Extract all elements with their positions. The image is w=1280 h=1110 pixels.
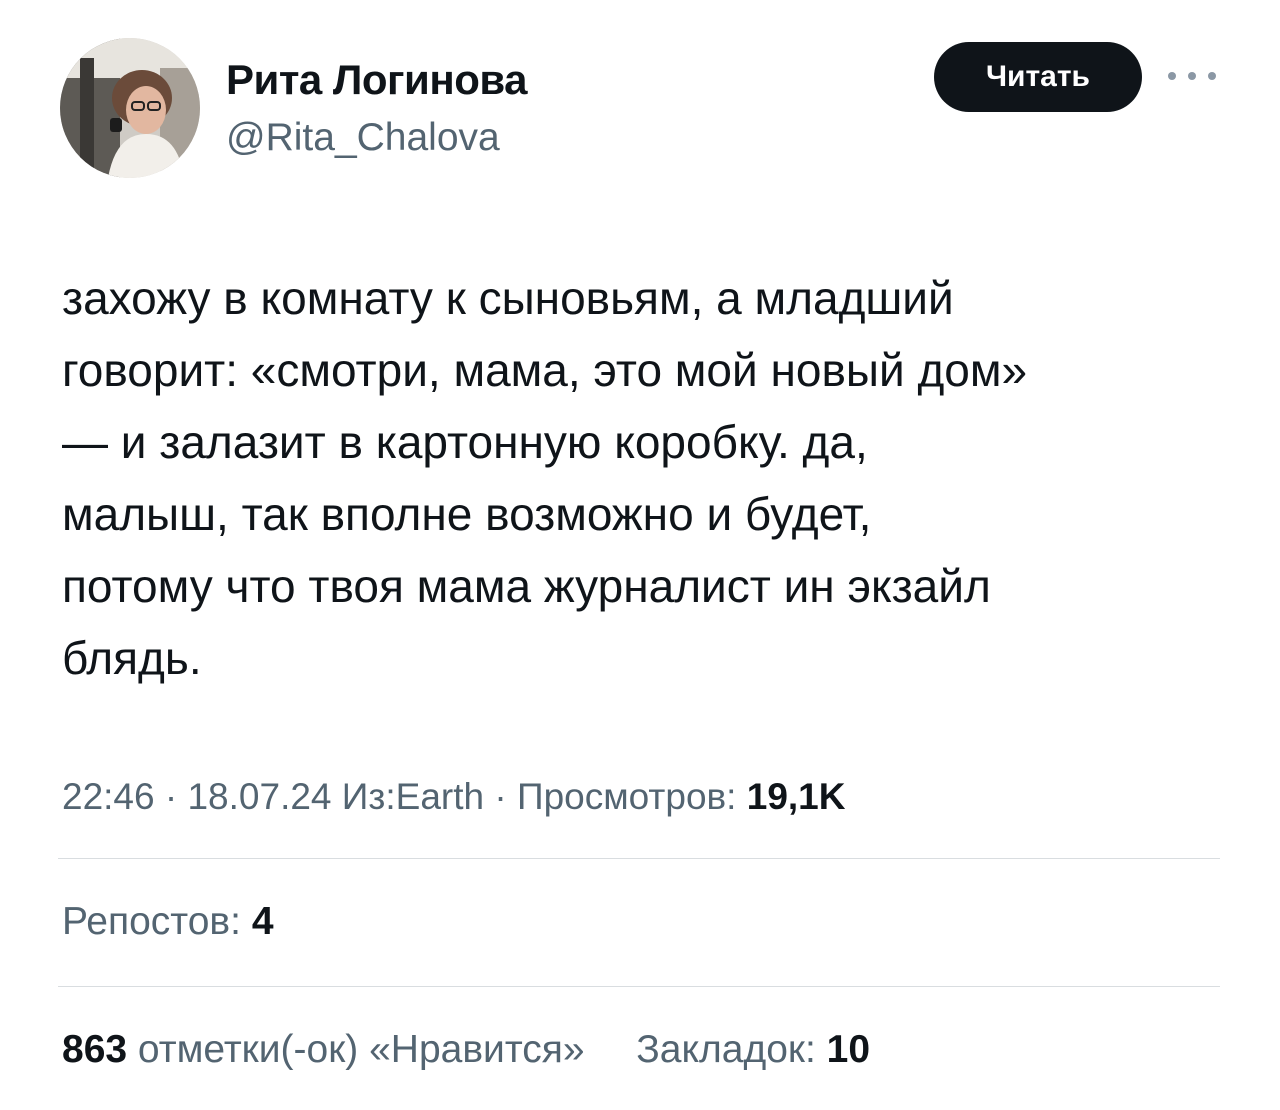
tweet-line: малыш, так вполне возможно и будет, bbox=[62, 488, 872, 540]
bookmarks-stat[interactable]: Закладок: 10 bbox=[636, 1028, 870, 1071]
reposts-stat[interactable]: Репостов: 4 bbox=[62, 900, 274, 944]
profile-photo bbox=[60, 38, 200, 178]
ellipsis-dot bbox=[1168, 72, 1176, 80]
reposts-label: Репостов: bbox=[62, 900, 241, 943]
tweet-line: — и залазит в картонную коробку. да, bbox=[62, 416, 868, 468]
bookmarks-count: 10 bbox=[826, 1028, 871, 1071]
tweet-time[interactable]: 22:46 bbox=[62, 776, 155, 817]
views-count: 19,1K bbox=[746, 776, 846, 817]
views-label: Просмотров: bbox=[516, 776, 737, 817]
ellipsis-icon[interactable] bbox=[1168, 64, 1216, 88]
likes-label: отметки(-ок) «Нравится» bbox=[137, 1028, 585, 1071]
reposts-count: 4 bbox=[251, 900, 274, 943]
tweet-meta: 22:46 · 18.07.24 Из:Earth · Просмотров: … bbox=[62, 776, 845, 818]
avatar[interactable] bbox=[60, 38, 200, 178]
divider bbox=[58, 986, 1220, 987]
meta-separator: · bbox=[494, 776, 507, 817]
author-handle[interactable]: @Rita_Chalova bbox=[226, 116, 500, 160]
likes-stat[interactable]: 863 отметки(-ок) «Нравится» bbox=[62, 1028, 595, 1071]
divider bbox=[58, 858, 1220, 859]
tweet-line: захожу в комнату к сыновьям, а младший bbox=[62, 272, 954, 324]
author-display-name[interactable]: Рита Логинова bbox=[226, 56, 528, 104]
bookmarks-label: Закладок: bbox=[636, 1028, 816, 1071]
tweet-source: Из:Earth bbox=[341, 776, 485, 817]
tweet-line: говорит: «смотри, мама, это мой новый до… bbox=[62, 344, 1028, 396]
ellipsis-dot bbox=[1208, 72, 1216, 80]
tweet-line: потому что твоя мама журналист ин экзайл bbox=[62, 560, 991, 612]
follow-button[interactable]: Читать bbox=[934, 42, 1142, 112]
tweet-line: блядь. bbox=[62, 632, 202, 684]
tweet-text: захожу в комнату к сыновьям, а младший г… bbox=[62, 262, 1232, 694]
likes-count: 863 bbox=[62, 1028, 128, 1071]
meta-separator: · bbox=[164, 776, 178, 817]
engagement-stats: 863 отметки(-ок) «Нравится» Закладок: 10 bbox=[62, 1028, 870, 1072]
ellipsis-dot bbox=[1188, 72, 1196, 80]
tweet-date[interactable]: 18.07.24 bbox=[187, 776, 331, 817]
